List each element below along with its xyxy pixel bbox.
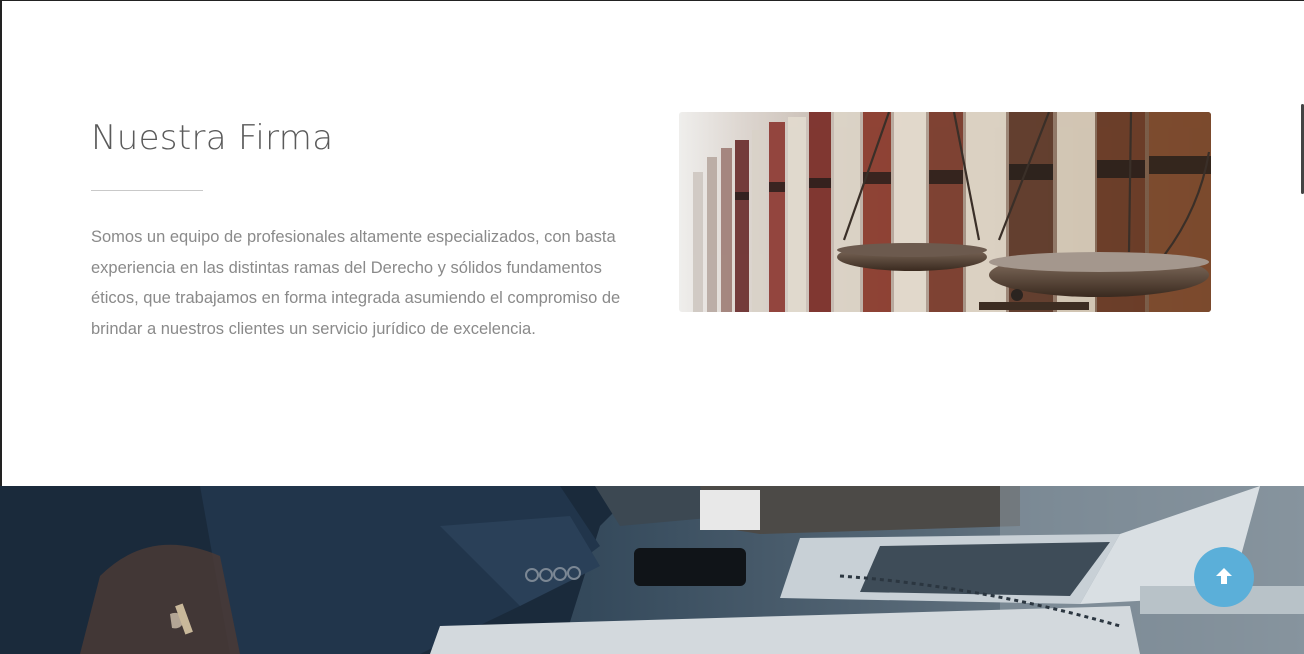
scroll-to-top-button[interactable]: [1194, 547, 1254, 607]
firm-title: Nuestra Firma: [91, 118, 334, 158]
title-divider: [91, 190, 203, 191]
firm-description: Somos un equipo de profesionales altamen…: [91, 228, 621, 339]
hero-background-image: [0, 486, 1304, 654]
scales-of-justice-image: [679, 112, 1211, 312]
page: Nuestra Firma Somos un equipo de profesi…: [0, 0, 1304, 654]
arrow-up-icon: [1214, 566, 1234, 589]
